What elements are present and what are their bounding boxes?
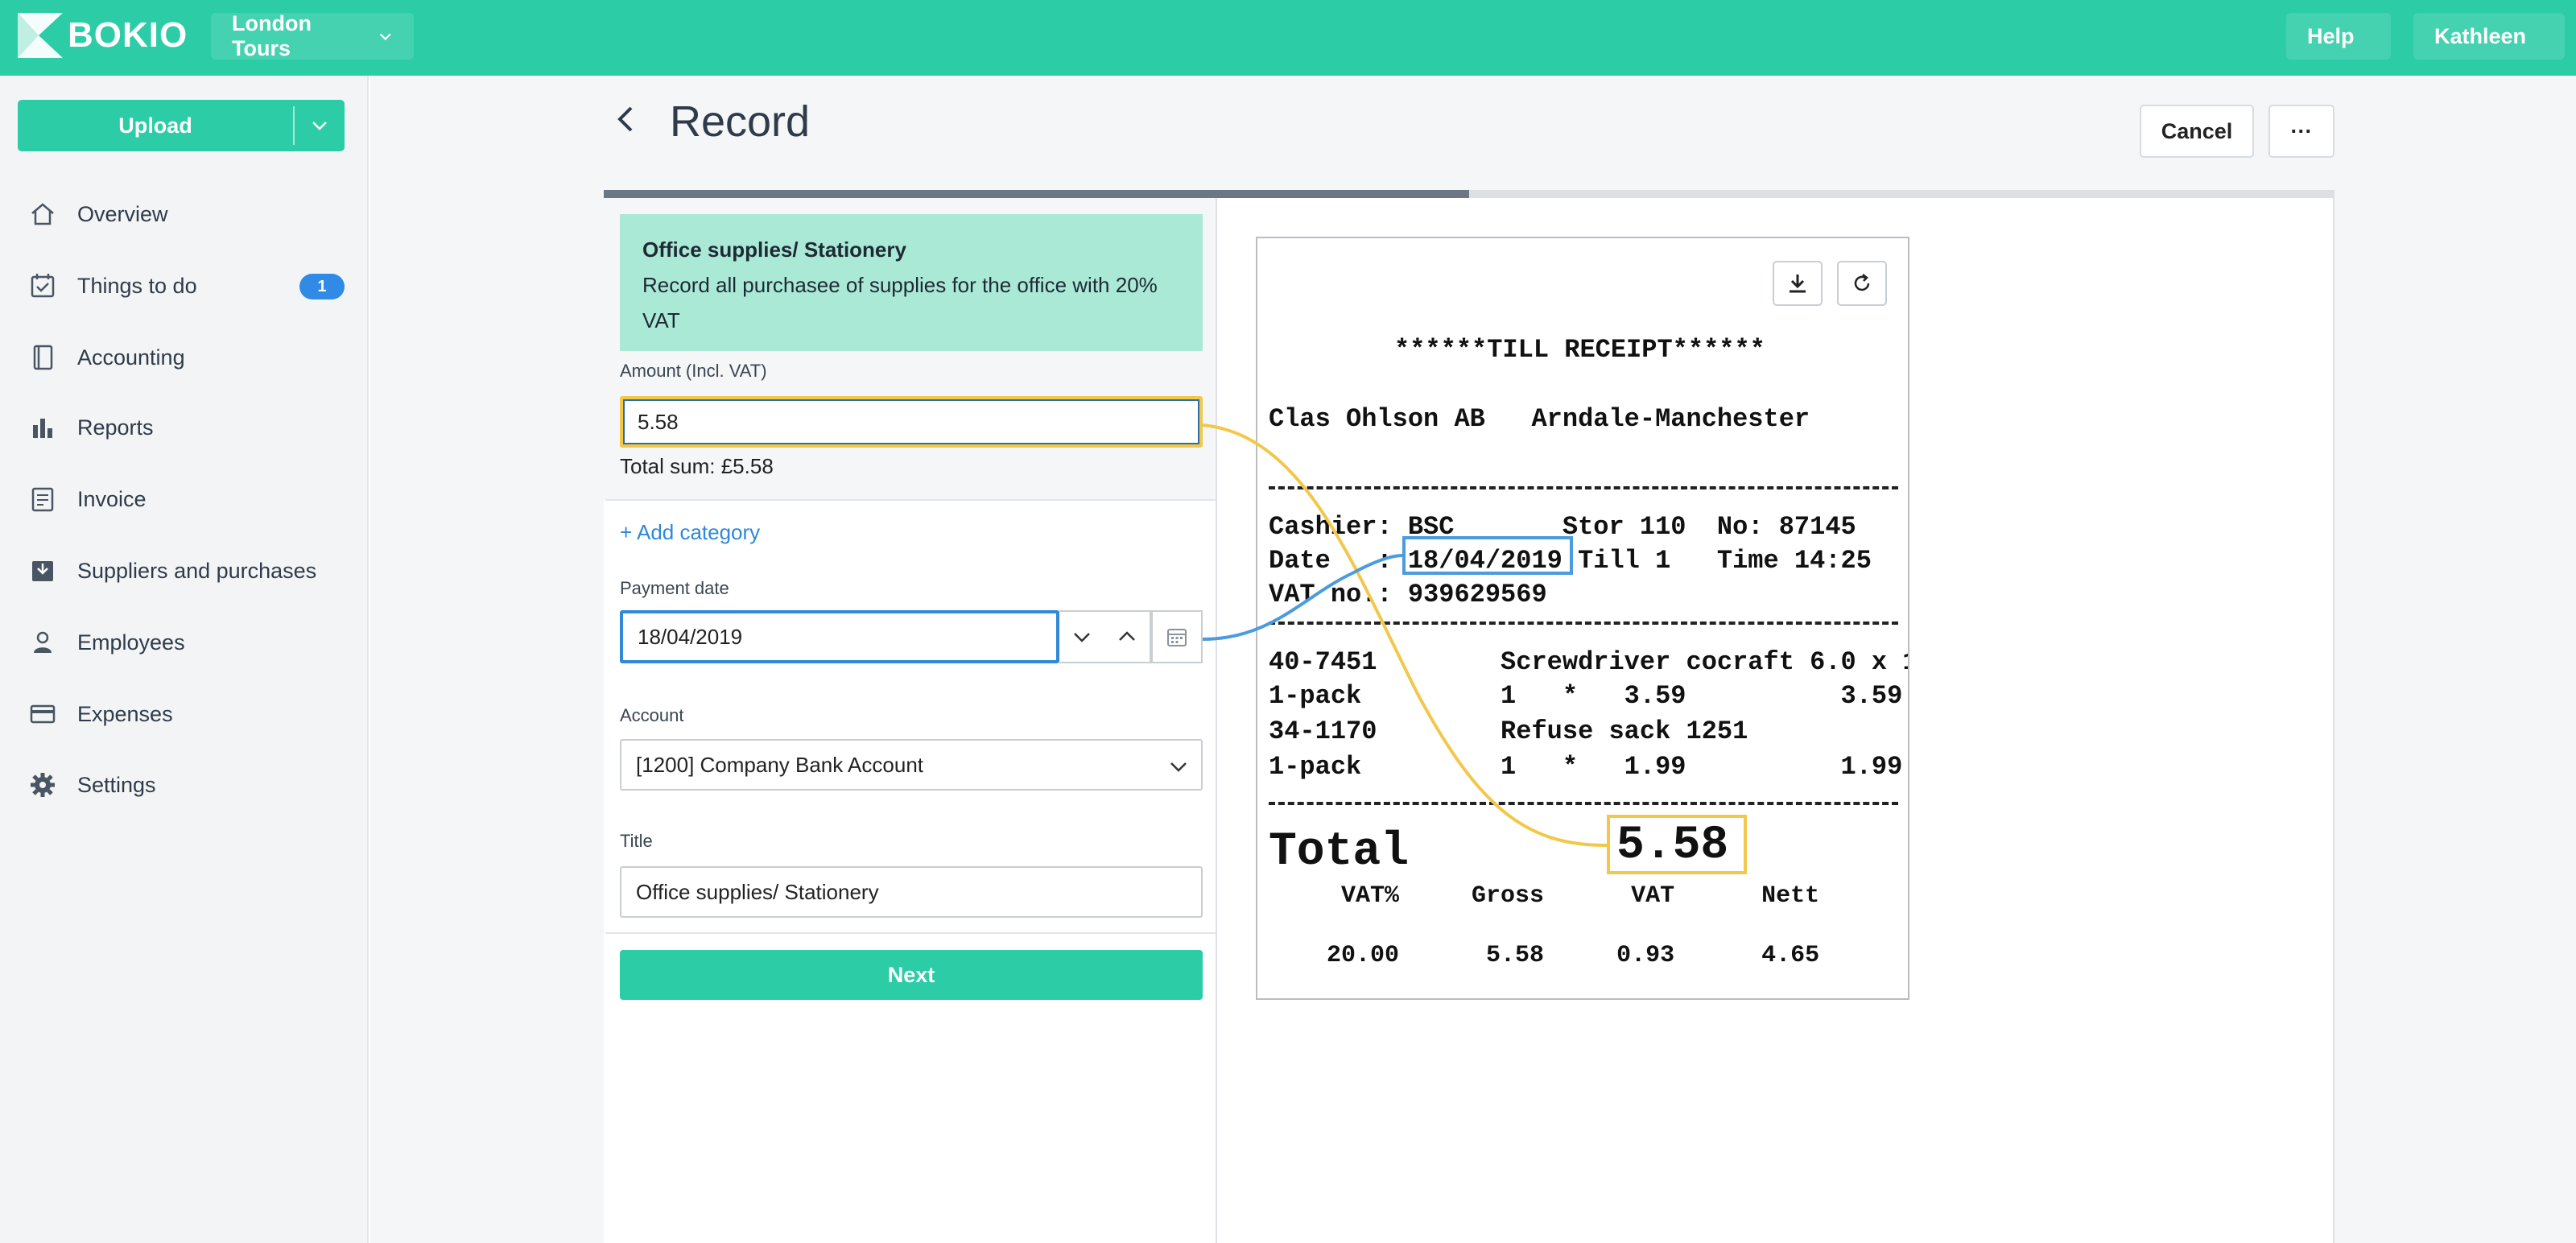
amount-input[interactable]: 5.58: [620, 396, 1203, 448]
sidebar-item-label: Expenses: [77, 701, 173, 726]
total-sum: Total sum: £5.58: [620, 454, 774, 478]
sidebar: Upload Overview Things to do 1 Accountin…: [0, 76, 369, 1243]
category-title: Office supplies/ Stationery: [642, 237, 906, 262]
chevron-down-icon: [379, 33, 391, 41]
receipt-date-prefix: Date :: [1269, 546, 1408, 576]
sidebar-item-label: Reports: [77, 415, 154, 440]
company-name: London Tours: [232, 11, 312, 60]
receipt-dashes: [1269, 486, 1898, 489]
sidebar-item-invoice[interactable]: Invoice: [0, 469, 367, 529]
account-selected-value: [1200] Company Bank Account: [636, 752, 924, 777]
receipt-image: ******TILL RECEIPT****** Clas Ohlson AB …: [1256, 237, 1909, 1000]
chevron-down-icon: [1170, 762, 1187, 772]
account-select[interactable]: [1200] Company Bank Account: [620, 739, 1203, 791]
form-column: [604, 198, 1217, 1243]
payment-date-label: Payment date: [620, 578, 729, 598]
upload-button[interactable]: Upload: [18, 100, 293, 151]
calendar-button[interactable]: [1151, 610, 1203, 663]
sidebar-item-settings[interactable]: Settings: [0, 755, 367, 815]
sidebar-item-label: Suppliers and purchases: [77, 558, 317, 583]
chevron-down-icon[interactable]: [1071, 626, 1093, 648]
receipt-total-highlight: [1607, 815, 1747, 874]
title-input[interactable]: Office supplies/ Stationery: [620, 866, 1203, 918]
sidebar-item-things-to-do[interactable]: Things to do 1: [0, 256, 367, 316]
chevron-down-icon: [312, 122, 327, 130]
sidebar-item-reports[interactable]: Reports: [0, 398, 367, 457]
receipt-item-qty-line: 1-pack 1 * 1.99 1.99: [1269, 752, 1903, 782]
sidebar-item-label: Employees: [77, 630, 185, 655]
calendar-icon: [1167, 629, 1187, 646]
sidebar-item-label: Accounting: [77, 345, 185, 370]
rotate-button[interactable]: [1837, 261, 1887, 306]
sidebar-item-suppliers-and-purchases[interactable]: Suppliers and purchases: [0, 541, 367, 601]
bar-chart-icon: [29, 414, 56, 441]
receipt-item-qty-line: 1-pack 1 * 3.59 3.59: [1269, 681, 1903, 711]
category-description: Record all purchasee of supplies for the…: [642, 273, 1158, 332]
book-icon: [29, 344, 56, 371]
progress-bar: [604, 190, 2334, 198]
sidebar-item-label: Things to do: [77, 273, 197, 298]
more-options-button[interactable]: ···: [2268, 105, 2334, 158]
receipt-tax-header: VAT% Gross VAT Nett: [1269, 882, 1820, 910]
back-arrow-icon[interactable]: [612, 103, 639, 135]
receipt-store: Clas Ohlson AB Arndale-Manchester: [1269, 404, 1810, 434]
bokio-logo[interactable]: BOKIO: [18, 11, 188, 60]
title-label: Title: [620, 831, 653, 851]
help-menu[interactable]: Help: [2286, 13, 2391, 60]
form-divider: [605, 499, 1216, 501]
receipt-vat-no: VAT no.: 939629569: [1269, 580, 1547, 609]
sidebar-item-label: Settings: [77, 772, 156, 797]
receipt-content: ******TILL RECEIPT****** Clas Ohlson AB …: [1257, 238, 1909, 998]
rotate-icon: [1854, 274, 1870, 291]
sidebar-item-overview[interactable]: Overview: [0, 184, 367, 244]
top-bar: BOKIO London Tours Help Kathleen: [0, 0, 2576, 76]
date-stepper: [1059, 610, 1151, 663]
card-icon: [29, 700, 56, 728]
sidebar-item-employees[interactable]: Employees: [0, 613, 367, 672]
help-label: Help: [2307, 23, 2355, 48]
receipt-tax-values: 20.00 5.58 0.93 4.65: [1269, 942, 1820, 969]
user-name: Kathleen: [2434, 23, 2527, 48]
company-switcher[interactable]: London Tours: [211, 11, 414, 60]
form-divider: [605, 932, 1216, 934]
receipt-total-label: Total: [1269, 826, 1410, 878]
receipt-item-line: 34-1170 Refuse sack 1251: [1269, 716, 1748, 746]
sidebar-item-label: Invoice: [77, 486, 147, 511]
category-info-box: Office supplies/ Stationery Record all p…: [620, 214, 1203, 351]
download-button[interactable]: [1773, 261, 1823, 306]
upload-split-button: Upload: [18, 100, 345, 151]
download-icon: [1790, 275, 1806, 293]
person-icon: [29, 629, 56, 656]
bokio-logo-icon: [18, 13, 63, 58]
chevron-up-icon[interactable]: [1116, 626, 1138, 648]
sidebar-item-expenses[interactable]: Expenses: [0, 684, 367, 744]
progress-bar-fill: [604, 190, 1469, 198]
receipt-dashes: [1269, 802, 1898, 805]
receipt-dashes: [1269, 622, 1898, 625]
page-title: Record: [670, 97, 811, 146]
gear-icon: [29, 771, 56, 799]
add-category-link[interactable]: + Add category: [620, 520, 760, 545]
sidebar-item-accounting[interactable]: Accounting: [0, 328, 367, 387]
next-button[interactable]: Next: [620, 950, 1203, 1000]
user-menu[interactable]: Kathleen: [2413, 13, 2565, 60]
receipt-date-highlight: [1402, 536, 1573, 575]
invoice-icon: [29, 485, 56, 513]
brand-name: BOKIO: [68, 15, 188, 55]
todo-count-badge: 1: [299, 274, 345, 299]
account-label: Account: [620, 705, 684, 725]
receipt-date-suffix: Till 1 Time 14:25: [1562, 546, 1872, 576]
receipt-item-line: 40-7451 Screwdriver cocraft 6.0 x 1: [1269, 647, 1909, 677]
sidebar-item-label: Overview: [77, 201, 168, 226]
upload-dropdown-button[interactable]: [295, 100, 345, 151]
inbox-icon: [29, 557, 56, 584]
cancel-button[interactable]: Cancel: [2140, 105, 2254, 158]
amount-label: Amount (Incl. VAT): [620, 361, 767, 381]
receipt-heading: ******TILL RECEIPT******: [1394, 335, 1765, 365]
checklist-icon: [29, 272, 56, 299]
home-icon: [29, 200, 56, 228]
payment-date-input[interactable]: 18/04/2019: [620, 610, 1059, 663]
